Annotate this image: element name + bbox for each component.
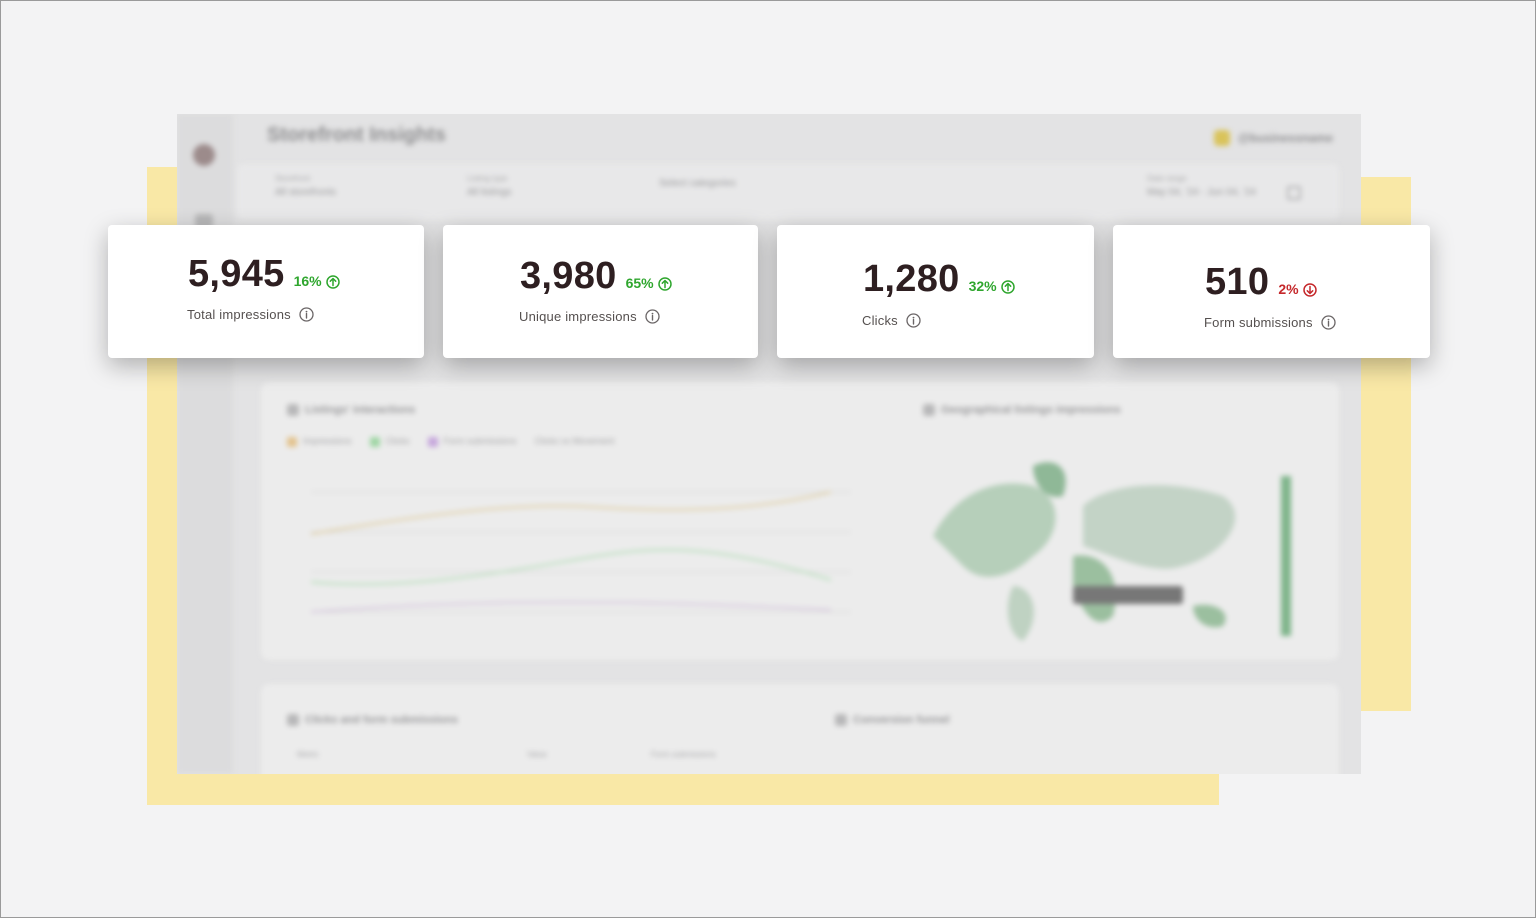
- arrow-up-circle-icon: [325, 275, 340, 289]
- metric-card-form-submissions[interactable]: 510 2% Form submissions: [1113, 225, 1430, 358]
- metric-value: 510: [1205, 261, 1270, 303]
- metric-cards: 5,945 16% Total impressions 3,980 65% Un…: [1, 1, 1535, 917]
- metric-change: 16%: [294, 273, 340, 289]
- metric-label: Total impressions: [187, 307, 291, 322]
- metric-label-row: Total impressions: [187, 307, 314, 322]
- change-percent: 65%: [625, 275, 654, 291]
- metric-label-row: Unique impressions: [519, 309, 660, 324]
- metric-label: Unique impressions: [519, 309, 637, 324]
- metric-label-row: Clicks: [862, 313, 921, 328]
- metric-card-total-impressions[interactable]: 5,945 16% Total impressions: [108, 225, 424, 358]
- metric-card-clicks[interactable]: 1,280 32% Clicks: [777, 225, 1094, 358]
- change-percent: 2%: [1278, 281, 1299, 297]
- metric-value: 5,945: [188, 253, 285, 295]
- metric-change: 65%: [626, 275, 672, 291]
- info-circle-icon[interactable]: [906, 313, 921, 328]
- info-circle-icon[interactable]: [1321, 315, 1336, 330]
- metric-row: 510 2%: [1205, 261, 1317, 304]
- metric-label: Clicks: [862, 313, 898, 328]
- metric-row: 1,280 32%: [863, 258, 1015, 301]
- metric-label-row: Form submissions: [1204, 315, 1336, 330]
- metric-change: 2%: [1278, 281, 1317, 297]
- metric-row: 3,980 65%: [520, 255, 672, 298]
- info-circle-icon[interactable]: [645, 309, 660, 324]
- metric-value: 3,980: [520, 255, 617, 297]
- metric-label: Form submissions: [1204, 315, 1313, 330]
- info-circle-icon[interactable]: [299, 307, 314, 322]
- metric-value: 1,280: [863, 258, 960, 300]
- metric-card-unique-impressions[interactable]: 3,980 65% Unique impressions: [443, 225, 758, 358]
- arrow-down-circle-icon: [1302, 283, 1317, 297]
- change-percent: 16%: [293, 273, 322, 289]
- arrow-up-circle-icon: [1000, 280, 1015, 294]
- change-percent: 32%: [968, 278, 997, 294]
- metric-row: 5,945 16%: [188, 253, 340, 296]
- metric-change: 32%: [969, 278, 1015, 294]
- arrow-up-circle-icon: [657, 277, 672, 291]
